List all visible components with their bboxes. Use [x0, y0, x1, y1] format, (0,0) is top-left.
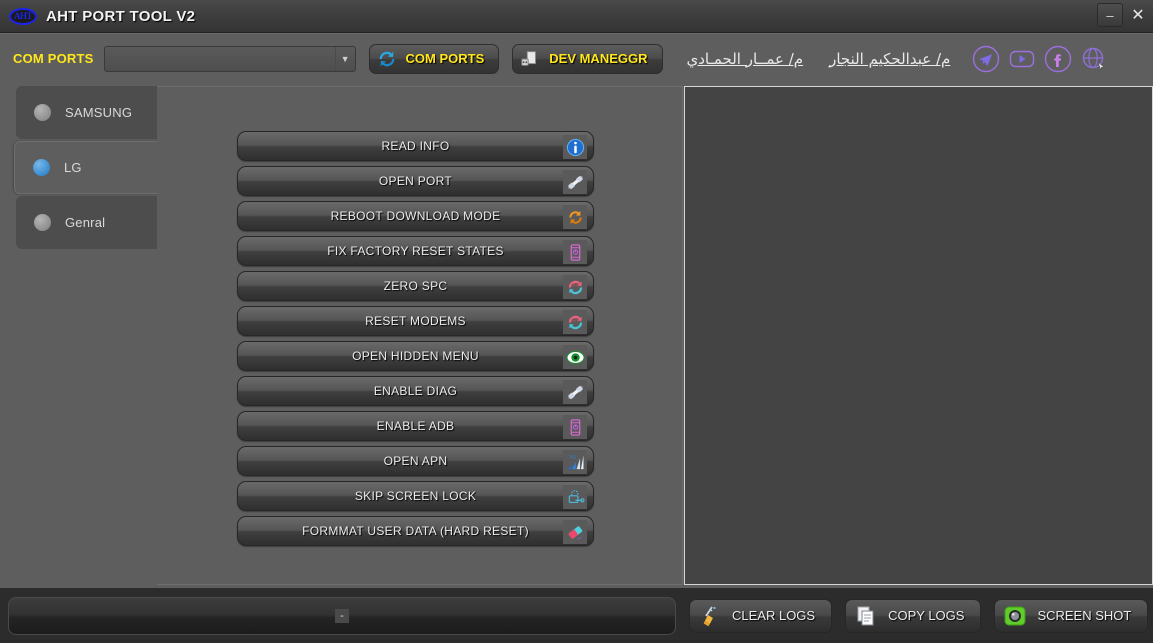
app-window: AHT AHT PORT TOOL V2 – ✕ COM PORTS ▼ COM…: [0, 0, 1153, 643]
zero-spc-button[interactable]: ZERO SPC SPC: [237, 271, 594, 301]
signal-3g-icon: 3G: [563, 450, 587, 474]
eye-icon: [563, 345, 587, 369]
window-controls: – ✕: [1097, 3, 1151, 27]
radio-dot-icon: [34, 104, 51, 121]
reboot-icon: [563, 205, 587, 229]
plug-icon: [563, 380, 587, 404]
sidebar-item-label: SAMSUNG: [65, 105, 133, 120]
com-ports-refresh-button[interactable]: COM PORTS: [368, 43, 500, 74]
title-bar: AHT AHT PORT TOOL V2 – ✕: [0, 0, 1153, 33]
info-icon: [563, 135, 587, 159]
website-icon[interactable]: [1080, 45, 1108, 73]
phone-reset-icon: [563, 415, 587, 439]
facebook-icon[interactable]: [1044, 45, 1072, 73]
action-label: REBOOT DOWNLOAD MODE: [330, 209, 501, 223]
page-title: AHT PORT TOOL V2: [46, 7, 196, 25]
open-port-button[interactable]: OPEN PORT: [237, 166, 594, 196]
action-button-list: READ INFO OPEN PORT REBOOT DOWNLOAD MODE…: [237, 131, 594, 546]
fix-factory-reset-states-button[interactable]: FIX FACTORY RESET STATES: [237, 236, 594, 266]
clear-logs-label: CLEAR LOGS: [732, 608, 816, 623]
com-ports-label: COM PORTS: [13, 51, 94, 66]
content-panel: READ INFO OPEN PORT REBOOT DOWNLOAD MODE…: [157, 86, 683, 585]
sidebar-tabs: SAMSUNG LG Genral: [14, 86, 160, 251]
com-ports-refresh-label: COM PORTS: [405, 51, 485, 66]
action-label: OPEN PORT: [378, 174, 453, 188]
plug-icon: [563, 170, 587, 194]
copy-icon: [854, 604, 878, 628]
link-abdulhakim-alnajjar[interactable]: م/ عبدالحكيم النجار: [829, 50, 950, 68]
sidebar-item-genral[interactable]: Genral: [16, 196, 158, 249]
body-area: SAMSUNG LG Genral READ INFO OPEN PORT RE…: [0, 83, 1153, 588]
open-apn-button[interactable]: OPEN APN 3G: [237, 446, 594, 476]
action-label: READ INFO: [381, 139, 450, 153]
copy-logs-button[interactable]: COPY LOGS: [845, 598, 982, 633]
action-label: OPEN HIDDEN MENU: [352, 349, 479, 363]
action-label: ENABLE ADB: [376, 419, 455, 433]
svg-text:SPC: SPC: [571, 317, 580, 322]
copy-logs-label: COPY LOGS: [888, 608, 965, 623]
device-manager-icon: [519, 48, 541, 70]
action-label: RESET MODEMS: [365, 314, 466, 328]
com-ports-select[interactable]: ▼: [103, 45, 356, 72]
enable-diag-button[interactable]: ENABLE DIAG: [237, 376, 594, 406]
action-label: FORMMAT USER DATA (HARD RESET): [302, 524, 529, 538]
eraser-icon: [563, 520, 587, 544]
lock-key-icon: [563, 485, 587, 509]
reboot-download-mode-button[interactable]: REBOOT DOWNLOAD MODE: [237, 201, 594, 231]
svg-text:SPC: SPC: [571, 282, 580, 287]
youtube-icon[interactable]: [1008, 45, 1036, 73]
svg-text:3G: 3G: [569, 454, 576, 460]
open-hidden-menu-button[interactable]: OPEN HIDDEN MENU: [237, 341, 594, 371]
read-info-button[interactable]: READ INFO: [237, 131, 594, 161]
status-text: -: [335, 608, 349, 623]
log-output-panel[interactable]: [684, 86, 1153, 585]
toolbar: COM PORTS ▼ COM PORTS DEV MANEGGR م/ عبد…: [0, 33, 1153, 83]
action-label: FIX FACTORY RESET STATES: [327, 244, 504, 258]
link-ammar-alhamadi[interactable]: م/ عمــار الحمـادي: [687, 50, 804, 68]
action-label: SKIP SCREEN LOCK: [354, 489, 477, 503]
action-label: OPEN APN: [383, 454, 448, 468]
credit-links: م/ عبدالحكيم النجار م/ عمــار الحمـادي: [687, 50, 951, 68]
close-button[interactable]: ✕: [1125, 3, 1151, 27]
screen-shot-button[interactable]: SCREEN SHOT: [994, 598, 1149, 633]
camera-icon: [1003, 604, 1027, 628]
status-bar: -: [8, 596, 676, 635]
enable-adb-button[interactable]: ENABLE ADB: [237, 411, 594, 441]
app-logo: AHT: [8, 5, 38, 27]
dev-manager-label: DEV MANEGGR: [549, 51, 648, 66]
screen-shot-label: SCREEN SHOT: [1037, 608, 1132, 623]
spc-icon: SPC: [563, 275, 587, 299]
spc-icon: SPC: [563, 310, 587, 334]
reset-modems-button[interactable]: RESET MODEMS SPC: [237, 306, 594, 336]
refresh-icon: [376, 48, 398, 70]
sidebar-item-label: LG: [64, 160, 82, 175]
phone-reset-icon: [563, 240, 587, 264]
sidebar-item-lg[interactable]: LG: [14, 141, 160, 194]
skip-screen-lock-button[interactable]: SKIP SCREEN LOCK: [237, 481, 594, 511]
broom-icon: [698, 604, 722, 628]
format-user-data-button[interactable]: FORMMAT USER DATA (HARD RESET): [237, 516, 594, 546]
aht-logo-icon: AHT: [9, 7, 37, 25]
sidebar-item-label: Genral: [65, 215, 106, 230]
sidebar-item-samsung[interactable]: SAMSUNG: [16, 86, 158, 139]
bottom-bar: - CLEAR LOGS COPY LOGS SCREEN SHOT: [0, 588, 1153, 643]
action-label: ENABLE DIAG: [373, 384, 458, 398]
minimize-button[interactable]: –: [1097, 3, 1123, 27]
action-label: ZERO SPC: [383, 279, 448, 293]
radio-dot-icon: [34, 214, 51, 231]
chevron-down-icon: ▼: [334, 46, 355, 71]
clear-logs-button[interactable]: CLEAR LOGS: [689, 598, 833, 633]
dev-manager-button[interactable]: DEV MANEGGR: [512, 43, 663, 74]
social-links: [972, 45, 1108, 73]
radio-dot-icon: [33, 159, 50, 176]
telegram-icon[interactable]: [972, 45, 1000, 73]
